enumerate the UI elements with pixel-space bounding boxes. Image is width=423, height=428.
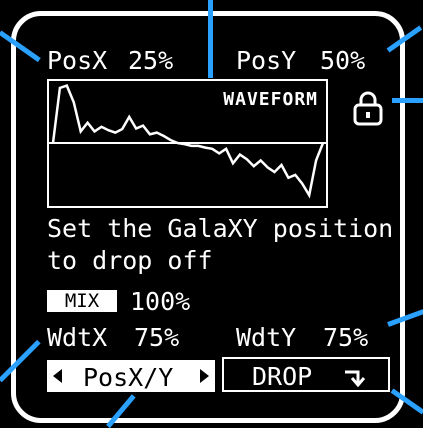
- message-line-2: to drop off: [47, 246, 213, 275]
- mode-selector-label: PosX/Y: [83, 363, 174, 392]
- pointer-line-lock: [392, 98, 423, 103]
- width-x-label: WdtX: [47, 323, 108, 352]
- arrow-left-icon[interactable]: [53, 369, 62, 383]
- pointer-line-top: [208, 0, 213, 78]
- mix-value: 100%: [130, 287, 191, 316]
- posy-label: PosY: [236, 46, 297, 75]
- drop-button-label: DROP: [252, 362, 313, 391]
- arrow-right-icon[interactable]: [200, 369, 209, 383]
- drop-arrow-icon: [345, 370, 366, 387]
- mix-badge: MIX: [47, 290, 117, 312]
- lock-icon[interactable]: [353, 90, 383, 126]
- drop-button[interactable]: DROP: [222, 357, 390, 392]
- posy-value: 50%: [320, 46, 366, 75]
- width-x-value: 75%: [134, 323, 180, 352]
- waveform-label: WAVEFORM: [223, 89, 318, 110]
- waveform-display: WAVEFORM: [47, 79, 328, 208]
- posx-label: PosX: [47, 46, 108, 75]
- width-y-value: 75%: [323, 323, 369, 352]
- mode-selector[interactable]: PosX/Y: [47, 360, 215, 392]
- posx-value: 25%: [128, 46, 174, 75]
- width-y-label: WdtY: [236, 323, 297, 352]
- message-line-1: Set the GalaXY position: [47, 214, 394, 243]
